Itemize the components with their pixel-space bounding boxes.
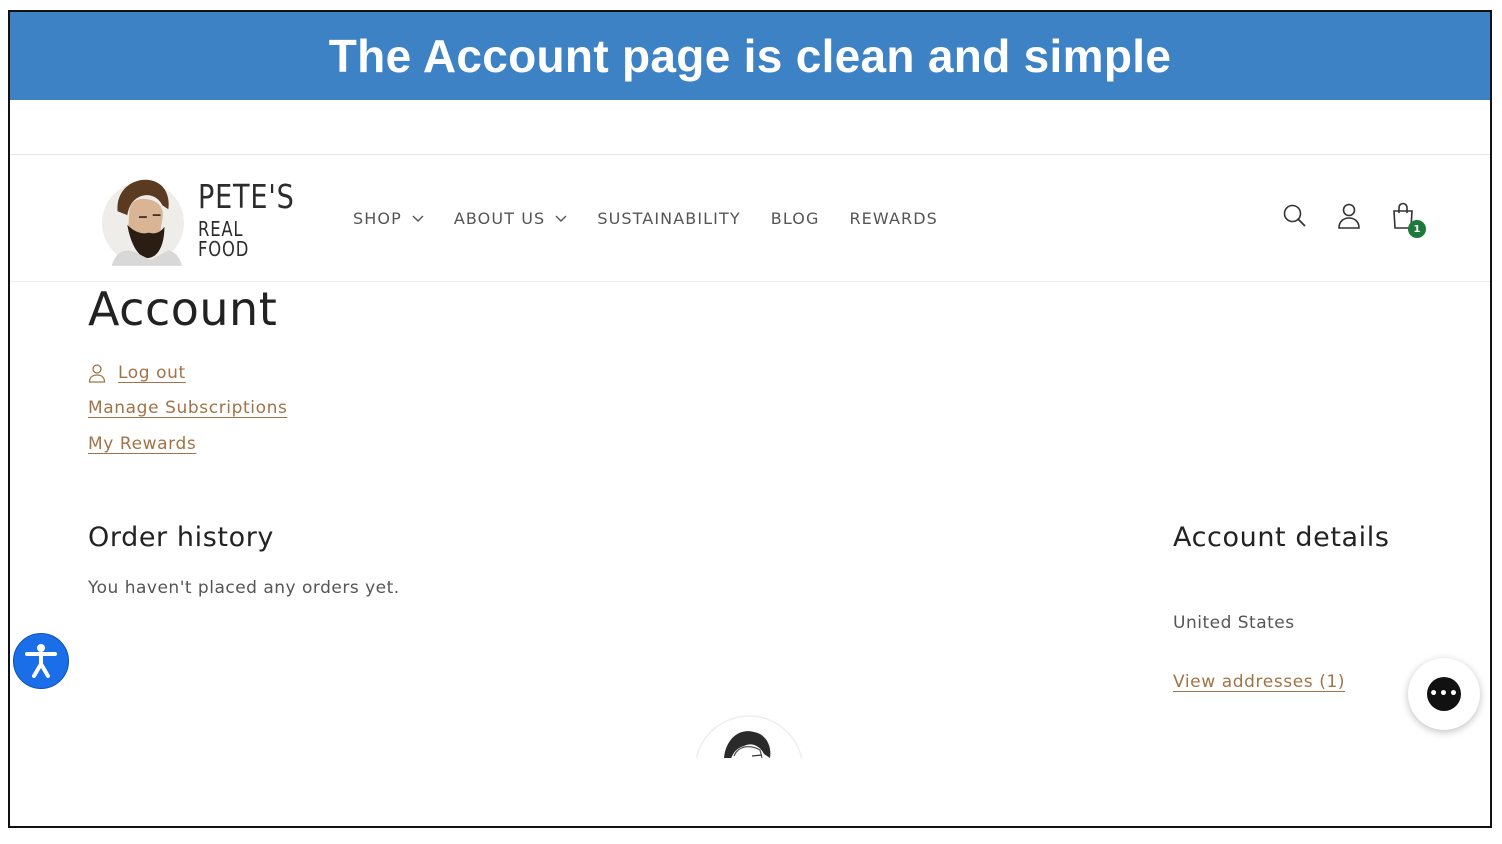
manage-subscriptions-link[interactable]: Manage Subscriptions [88, 398, 287, 418]
order-history-title: Order history [88, 522, 274, 553]
view-addresses-link[interactable]: View addresses (1) [1173, 672, 1345, 692]
chat-icon: ••• [1427, 677, 1461, 711]
cart-button[interactable]: 1 [1390, 202, 1426, 238]
site-header: PETE'S REAL FOOD SHOP ABOUT US SUSTAINAB… [10, 155, 1490, 282]
brand-tagline: REAL FOOD [197, 216, 250, 261]
search-button[interactable] [1282, 202, 1308, 230]
nav-item-label: SHOP [353, 209, 402, 228]
bearded-man-portrait-icon [695, 715, 803, 758]
account-country: United States [1173, 613, 1295, 633]
account-details-title: Account details [1173, 522, 1390, 553]
my-rewards-link[interactable]: My Rewards [88, 434, 196, 454]
header-icons: 1 [1254, 202, 1426, 238]
brand-logo[interactable]: PETE'S REAL FOOD [100, 171, 320, 267]
cart-count-badge: 1 [1408, 220, 1426, 238]
brand-name: PETE'S [197, 176, 295, 216]
chat-button[interactable]: ••• [1408, 658, 1480, 730]
nav-item-label: REWARDS [849, 209, 938, 228]
nav-item-label: BLOG [770, 209, 820, 228]
accessibility-button[interactable] [13, 633, 69, 689]
footer-logo [690, 712, 808, 758]
brand-wordmark: PETE'S REAL FOOD [198, 180, 320, 259]
caption-text: The Account page is clean and simple [328, 30, 1172, 82]
manage-subscriptions-row: Manage Subscriptions [88, 398, 287, 422]
main-nav: SHOP ABOUT US SUSTAINABILITY BLOG REWARD… [353, 209, 968, 228]
person-icon [88, 364, 106, 383]
my-rewards-row: My Rewards [88, 434, 287, 458]
logout-link[interactable]: Log out [118, 363, 186, 383]
page-title: Account [88, 282, 278, 336]
account-links: Log out Manage Subscriptions My Rewards [88, 360, 287, 458]
nav-item-rewards[interactable]: REWARDS [849, 209, 937, 228]
logout-row: Log out [88, 360, 287, 386]
nav-item-shop[interactable]: SHOP [353, 209, 424, 228]
order-history-empty-text: You haven't placed any orders yet. [88, 578, 400, 598]
accessibility-icon [25, 644, 57, 678]
chevron-down-icon [412, 215, 424, 222]
screenshot-frame: The Account page is clean and simple PET… [8, 10, 1492, 828]
nav-item-sustainability[interactable]: SUSTAINABILITY [597, 209, 740, 228]
nav-item-blog[interactable]: BLOG [771, 209, 820, 228]
caption-banner: The Account page is clean and simple [10, 12, 1490, 100]
nav-item-label: SUSTAINABILITY [597, 209, 741, 228]
chevron-down-icon [555, 215, 567, 222]
search-icon [1283, 204, 1306, 227]
nav-item-about-us[interactable]: ABOUT US [454, 209, 567, 228]
account-icon [1338, 203, 1360, 229]
bearded-man-portrait-icon [101, 179, 184, 266]
announcement-bar [10, 100, 1490, 155]
account-button[interactable] [1336, 202, 1362, 230]
nav-item-label: ABOUT US [453, 209, 546, 228]
